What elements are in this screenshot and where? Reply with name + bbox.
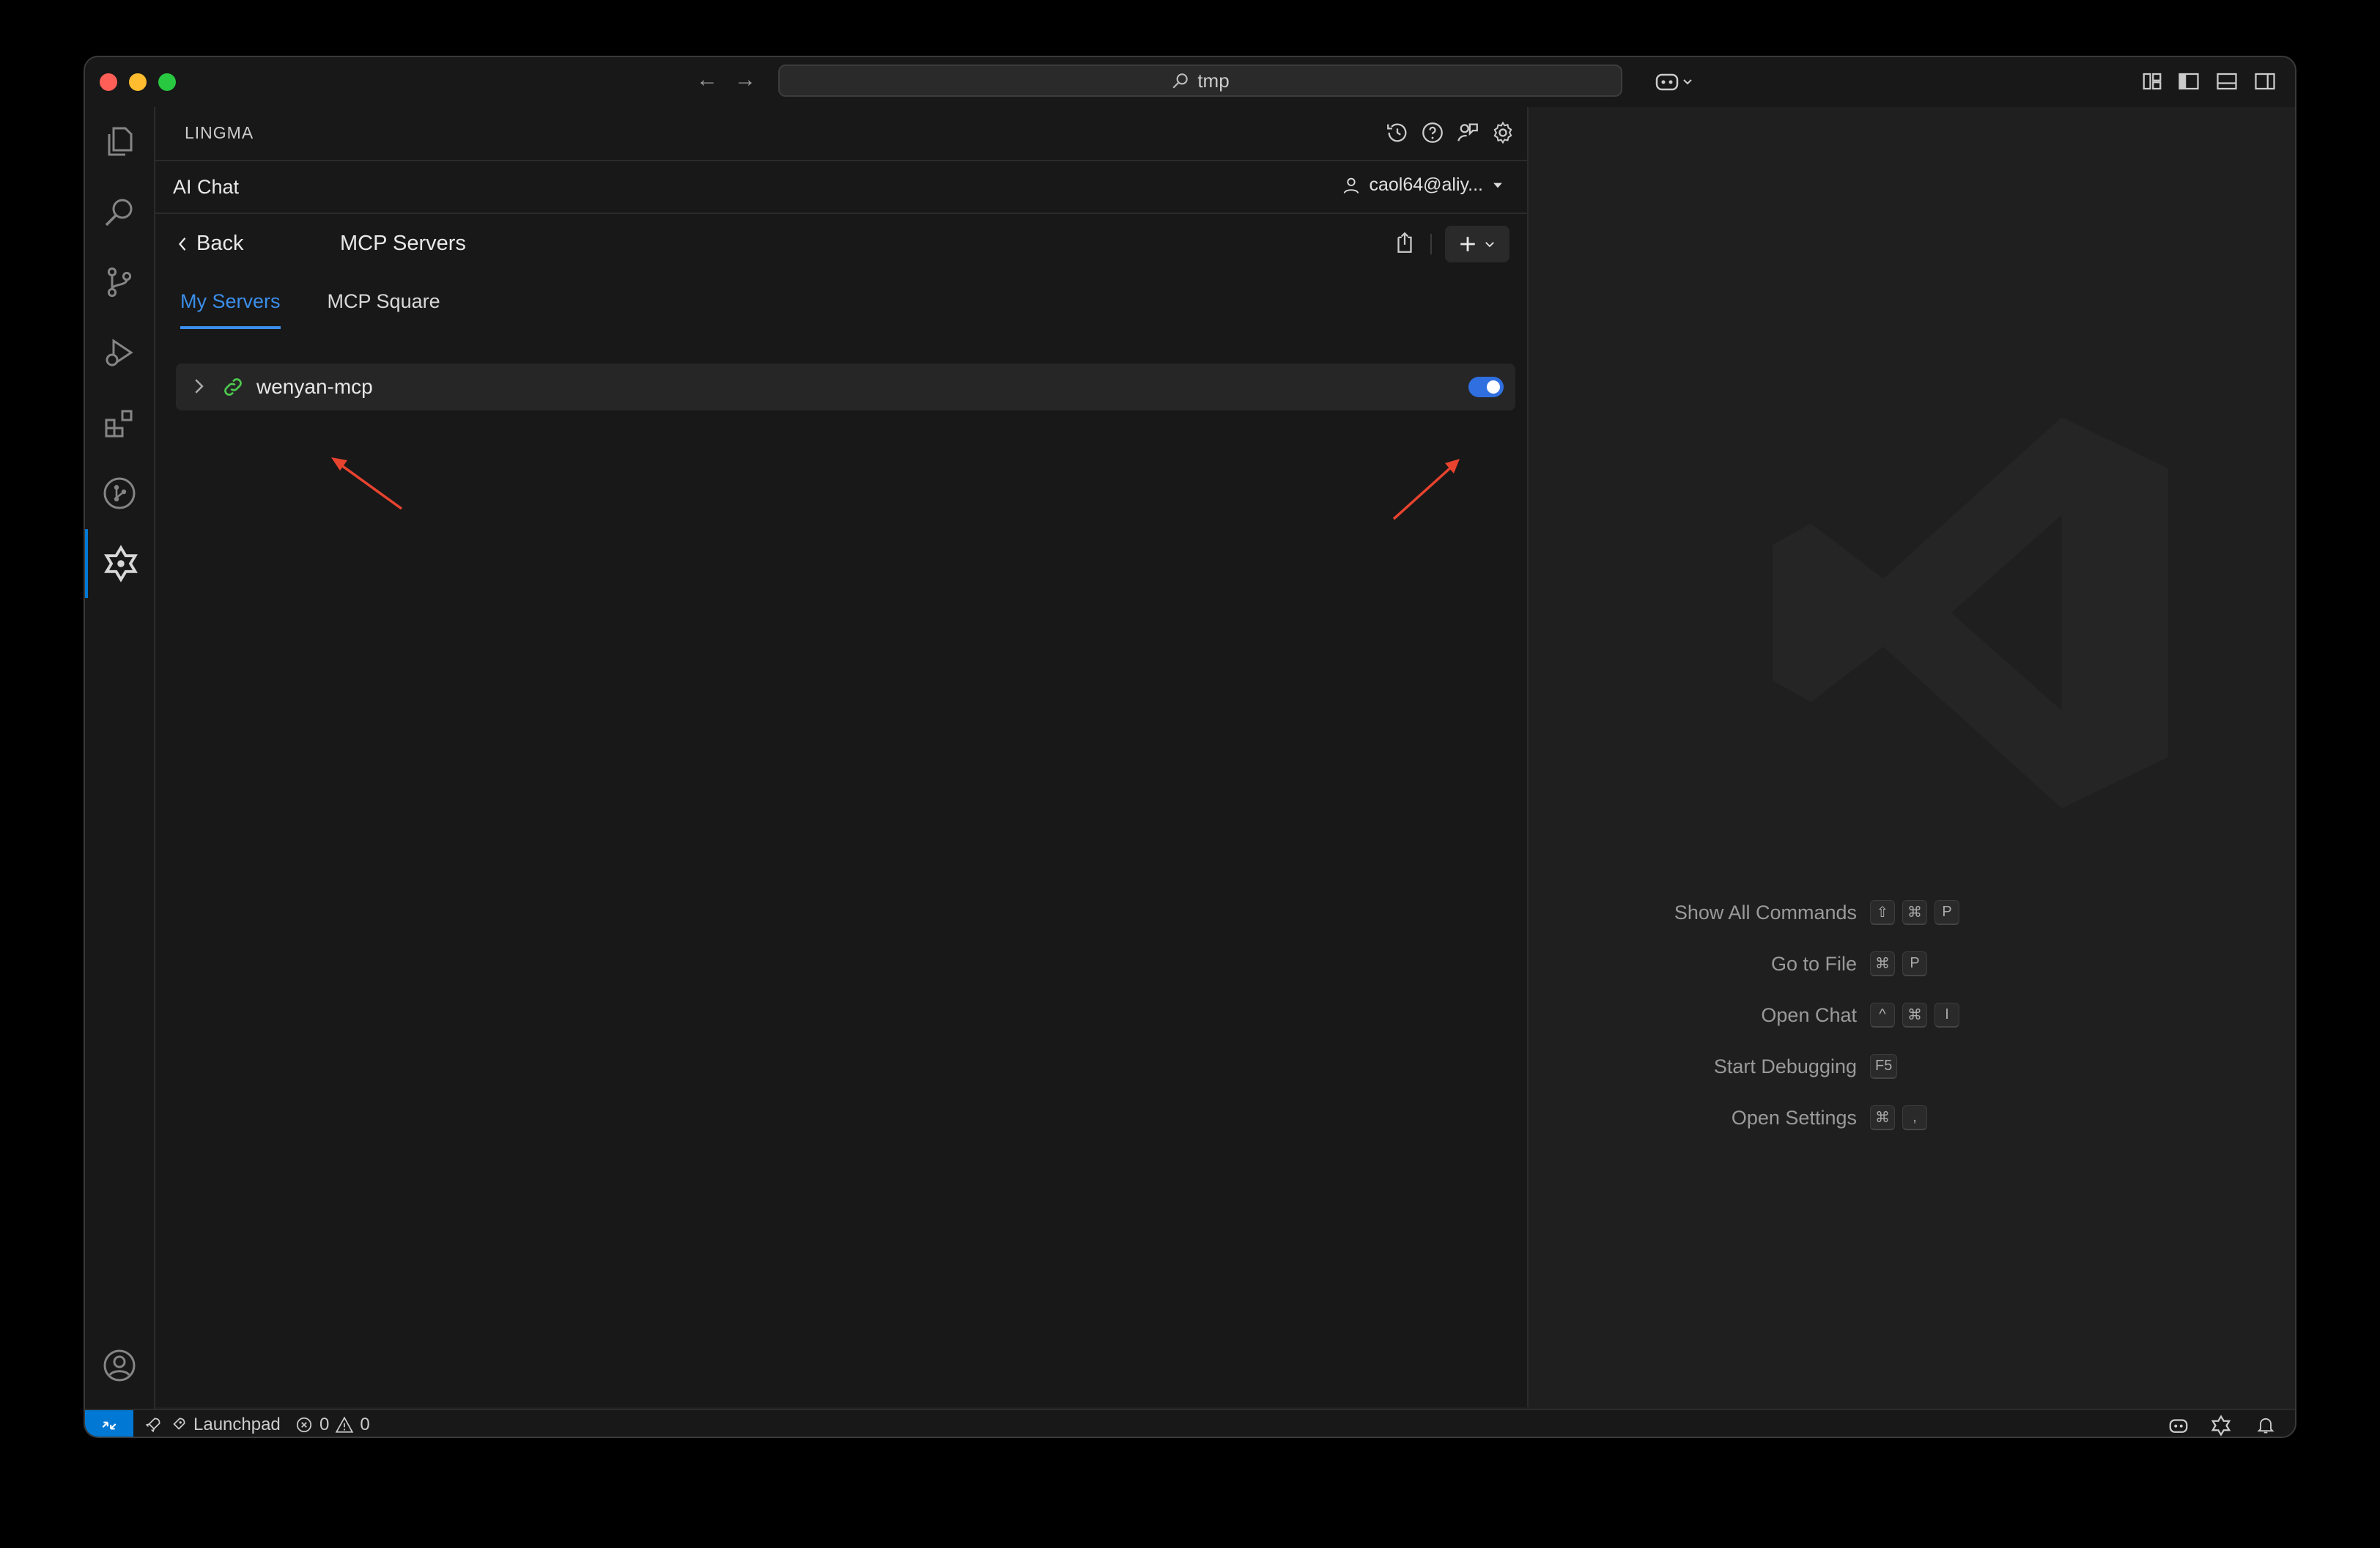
shortcut-row[interactable]: Start Debugging F5: [1529, 1053, 2295, 1082]
key-cap: ^: [1870, 1003, 1895, 1028]
warning-count: 0: [360, 1415, 370, 1434]
launchpad-item[interactable]: Launchpad: [144, 1415, 281, 1435]
vscode-window: ← → tmp LINGMA AI Chat caol64@aliy... Ba…: [84, 56, 2296, 1438]
toggle-secondary-sidebar-icon[interactable]: [2254, 70, 2276, 96]
shortcut-label: Go to File: [1770, 953, 1857, 975]
key-cap: ⌘: [1870, 951, 1895, 976]
shortcut-label: Start Debugging: [1713, 1055, 1857, 1077]
shortcut-label: Show All Commands: [1674, 902, 1857, 924]
error-count: 0: [319, 1415, 330, 1434]
extensions-icon[interactable]: [85, 388, 154, 457]
toggle-primary-sidebar-icon[interactable]: [2178, 70, 2200, 96]
nav-back-arrow-icon[interactable]: ←: [696, 67, 718, 92]
notifications-bell-icon[interactable]: [2255, 1415, 2276, 1435]
annotation-arrows: [331, 457, 1460, 520]
key-cap: I: [1934, 1003, 1959, 1028]
source-control-icon[interactable]: [85, 248, 154, 317]
nav-forward-arrow-icon[interactable]: →: [734, 67, 756, 92]
key-cap: ⌘: [1902, 1003, 1927, 1028]
lingma-icon[interactable]: [85, 529, 154, 598]
key-cap: P: [1902, 951, 1927, 976]
key-cap: ⌘: [1870, 1105, 1895, 1130]
key-cap: P: [1934, 900, 1959, 925]
close-window-button[interactable]: [100, 73, 117, 91]
command-center-search[interactable]: tmp: [778, 64, 1622, 97]
annotation-arrow-server-name: [331, 457, 403, 510]
activity-bar: [85, 107, 155, 1437]
search-icon[interactable]: [85, 177, 154, 246]
copilot-icon[interactable]: [1655, 70, 1694, 97]
rocket-icon: [145, 1418, 160, 1433]
shortcut-label: Open Settings: [1731, 1107, 1857, 1129]
run-debug-icon[interactable]: [85, 318, 154, 387]
title-bar: ← → tmp: [85, 57, 2295, 108]
git-graph-icon[interactable]: [85, 459, 154, 528]
shortcut-row[interactable]: Show All Commands ⇧ ⌘ P: [1529, 899, 2295, 928]
key-cap: F5: [1870, 1054, 1898, 1079]
shortcut-row[interactable]: Open Chat ^ ⌘ I: [1529, 1001, 2295, 1031]
accounts-icon[interactable]: [85, 1331, 154, 1400]
remote-indicator[interactable]: [85, 1410, 133, 1437]
problems-item[interactable]: 0 0: [295, 1415, 370, 1435]
launchpad-label: Launchpad: [193, 1415, 281, 1434]
shortcut-row[interactable]: Go to File ⌘ P: [1529, 950, 2295, 979]
command-center-text: tmp: [1197, 69, 1230, 92]
shortcut-label: Open Chat: [1761, 1004, 1857, 1026]
key-cap: ⌘: [1902, 900, 1927, 925]
key-cap: ,: [1902, 1105, 1927, 1130]
vscode-logo-watermark: [1773, 417, 2168, 808]
explorer-icon[interactable]: [85, 107, 154, 176]
editor-area: Show All Commands ⇧ ⌘ P Go to File ⌘ P O…: [1529, 107, 2295, 1407]
minimize-window-button[interactable]: [129, 73, 147, 91]
remote-icon: [102, 1421, 117, 1430]
customize-layout-icon[interactable]: [2141, 70, 2163, 96]
warning-icon: [336, 1416, 354, 1433]
error-icon: [296, 1417, 312, 1433]
key-cap: ⇧: [1870, 900, 1895, 925]
lingma-panel: LINGMA AI Chat caol64@aliy... Back MCP S…: [155, 107, 1529, 1407]
rocket-outline-icon: [173, 1418, 185, 1430]
copilot-status-icon[interactable]: [2168, 1415, 2189, 1437]
shortcut-row[interactable]: Open Settings ⌘ ,: [1529, 1104, 2295, 1133]
annotation-arrow-toggle: [1392, 459, 1460, 520]
toggle-panel-icon[interactable]: [2216, 70, 2238, 96]
maximize-window-button[interactable]: [158, 73, 176, 91]
search-icon: [1172, 73, 1189, 89]
status-bar: Launchpad 0 0: [85, 1409, 2295, 1437]
lingma-status-icon[interactable]: [2210, 1415, 2232, 1437]
